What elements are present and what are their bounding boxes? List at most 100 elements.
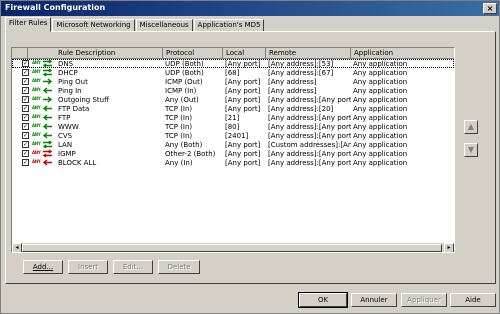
cell-rule-application: Any application — [353, 59, 408, 68]
cell-rule-remote: [Any address]:[67] — [268, 68, 334, 77]
table-row[interactable]: ✓ ANY Ping In ICMP (In) [Any port] [Any addre… — [12, 86, 454, 95]
cell-rule-application: Any application — [353, 149, 408, 158]
scroll-left-button[interactable]: ◂ — [12, 243, 22, 252]
arrow-in-icon — [42, 114, 52, 121]
help-button[interactable]: Aide — [450, 293, 496, 307]
any-tag-icon: ANY — [32, 132, 41, 137]
tab-strip: Filter Rules Microsoft Networking Miscel… — [5, 17, 265, 32]
cell-rule-application: Any application — [353, 86, 408, 95]
rule-enabled-checkbox[interactable]: ✓ — [22, 105, 29, 112]
cell-rule-application: Any application — [353, 131, 408, 140]
tab-filter-rules[interactable]: Filter Rules — [5, 17, 52, 32]
table-row[interactable]: ✓ ANY LAN Any (Both) [Any port] [Custom addre… — [12, 140, 454, 149]
rules-list[interactable]: Rule Description Protocol Local Remote A… — [11, 47, 455, 253]
cell-rule-remote: [Any address]:[Any port] — [268, 158, 351, 167]
arrow-out-icon — [43, 78, 53, 85]
cell-rule-application: Any application — [353, 113, 408, 122]
edit-button[interactable]: Edit... — [113, 260, 153, 274]
rule-enabled-checkbox[interactable]: ✓ — [22, 114, 29, 121]
add-button[interactable]: Add... — [23, 260, 63, 274]
cell-rule-remote: [Any address]:[Any port] — [268, 122, 351, 131]
table-row[interactable]: ✓ ANY FTP TCP (In) [21] [Any address]:[Any po… — [12, 113, 454, 122]
cell-rule-protocol: UDP (Both) — [165, 68, 204, 77]
block-both-icon — [42, 149, 53, 158]
arrow-in-icon — [42, 132, 52, 139]
cell-rule-protocol: UDP (Both) — [165, 59, 204, 68]
any-tag-icon: ANY — [32, 78, 41, 83]
cell-rule-protocol: TCP (In) — [165, 131, 193, 140]
cell-rule-protocol: Any (Both) — [165, 140, 203, 149]
any-tag-icon: ANY — [32, 150, 41, 155]
window-title: Firewall Configuration — [5, 3, 106, 12]
cell-rule-local: [Any port] — [225, 95, 261, 104]
move-up-button[interactable]: ▲ — [464, 120, 478, 134]
scroll-right-button[interactable]: ▸ — [444, 243, 454, 252]
horizontal-scrollbar[interactable]: ◂ ▸ — [12, 242, 454, 252]
rule-enabled-checkbox[interactable]: ✓ — [22, 159, 29, 166]
arrow-in-icon — [42, 123, 52, 130]
apply-button[interactable]: Appliquer — [401, 293, 447, 307]
any-tag-icon: ANY — [32, 114, 41, 119]
cell-rule-local: [21] — [225, 113, 240, 122]
cell-rule-local: [Any port] — [225, 59, 261, 68]
table-row[interactable]: ✓ ANY IGMP Other-2 (Both) [Any port] [Any add… — [12, 149, 454, 158]
rule-enabled-checkbox[interactable]: ✓ — [22, 78, 29, 85]
rule-enabled-checkbox[interactable]: ✓ — [22, 141, 29, 148]
header-protocol[interactable]: Protocol — [163, 48, 223, 59]
block-in-icon — [42, 159, 52, 166]
cell-rule-local: [Any port] — [225, 140, 261, 149]
firewall-config-window: Firewall Configuration × Filter Rules Mi… — [0, 0, 500, 314]
cell-rule-application: Any application — [353, 158, 408, 167]
any-tag-icon: ANY — [32, 87, 41, 92]
table-row[interactable]: ✓ ANY Ping Out ICMP (Out) [Any port] [Any add… — [12, 77, 454, 86]
rule-enabled-checkbox[interactable]: ✓ — [22, 123, 29, 130]
any-tag-icon: ANY — [32, 96, 41, 101]
title-bar[interactable]: Firewall Configuration × — [1, 1, 499, 16]
cell-rule-application: Any application — [353, 122, 408, 131]
cell-rule-protocol: ICMP (In) — [165, 86, 197, 95]
table-row[interactable]: ✓ ANY DNS UDP (Both) [Any port] [Any address]… — [12, 59, 454, 68]
arrow-in-icon — [42, 87, 52, 94]
cell-rule-application: Any application — [353, 68, 408, 77]
cell-rule-local: [Any port] — [225, 104, 261, 113]
header-spacer — [12, 48, 28, 59]
rule-enabled-checkbox[interactable]: ✓ — [22, 150, 29, 157]
cell-rule-remote: [Any address] — [268, 77, 317, 86]
table-row[interactable]: ✓ ANY CVS TCP (In) [2401] [Any address]:[Any … — [12, 131, 454, 140]
header-rule-description[interactable]: Rule Description — [28, 48, 163, 59]
cell-rule-application: Any application — [353, 104, 408, 113]
table-row[interactable]: ✓ ANY Outgoing Stuff Any (Out) [Any port] [An… — [12, 95, 454, 104]
arrow-both-icon — [42, 140, 53, 149]
cell-rule-protocol: Other-2 (Both) — [165, 149, 216, 158]
table-row[interactable]: ✓ ANY BLOCK ALL Any (In) [Any port] [Any addr… — [12, 158, 454, 167]
any-tag-icon: ANY — [32, 123, 41, 128]
move-down-button[interactable]: ▼ — [464, 143, 478, 157]
any-tag-icon: ANY — [32, 141, 41, 146]
table-row[interactable]: ✓ ANY DHCP UDP (Both) [68] [Any address]:[67]… — [12, 68, 454, 77]
cell-rule-protocol: TCP (In) — [165, 113, 193, 122]
header-remote[interactable]: Remote — [266, 48, 351, 59]
cell-rule-remote: [Any address]:[Any port] — [268, 149, 351, 158]
rule-enabled-checkbox[interactable]: ✓ — [22, 96, 29, 103]
cell-rule-local: [68] — [225, 68, 240, 77]
cell-rule-remote: [Any address]:[53] — [268, 59, 334, 68]
cancel-button[interactable]: Annuler — [351, 293, 397, 307]
table-row[interactable]: ✓ ANY FTP Data TCP (In) [Any port] [Any addre… — [12, 104, 454, 113]
rule-enabled-checkbox[interactable]: ✓ — [22, 60, 29, 67]
any-tag-icon: ANY — [32, 159, 41, 164]
insert-button[interactable]: Insert — [68, 260, 108, 274]
list-header: Rule Description Protocol Local Remote A… — [12, 48, 454, 59]
scrollbar-thumb[interactable] — [22, 244, 442, 252]
rule-enabled-checkbox[interactable]: ✓ — [22, 69, 29, 76]
close-button[interactable]: × — [483, 3, 497, 14]
cell-rule-application: Any application — [353, 77, 408, 86]
rule-enabled-checkbox[interactable]: ✓ — [22, 132, 29, 139]
header-application[interactable]: Application — [351, 48, 454, 59]
table-row[interactable]: ✓ ANY WWW TCP (In) [80] [Any address]:[Any po… — [12, 122, 454, 131]
cell-rule-protocol: TCP (In) — [165, 122, 193, 131]
any-tag-icon: ANY — [32, 60, 41, 65]
delete-button[interactable]: Delete — [158, 260, 200, 274]
ok-button[interactable]: OK — [298, 292, 348, 308]
rule-enabled-checkbox[interactable]: ✓ — [22, 87, 29, 94]
header-local[interactable]: Local — [223, 48, 266, 59]
